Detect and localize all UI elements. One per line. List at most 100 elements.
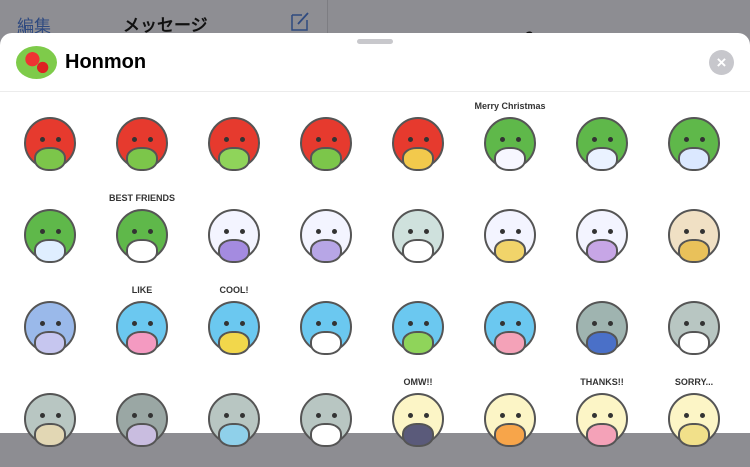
- sticker-sheet: Honmon × Merry Christmas BEST FRIENDS LI…: [0, 33, 750, 447]
- sticker[interactable]: [648, 99, 740, 191]
- sticker[interactable]: LIKE: [96, 283, 188, 375]
- sticker[interactable]: [464, 283, 556, 375]
- sticker-accent: [494, 147, 526, 171]
- sticker-eye: [592, 137, 597, 142]
- sticker-eye: [40, 413, 45, 418]
- sticker-eye: [516, 321, 521, 326]
- sticker-caption: Merry Christmas: [474, 101, 546, 111]
- sticker[interactable]: [280, 375, 372, 467]
- sticker-eye: [516, 137, 521, 142]
- sticker-caption: THANKS!!: [580, 377, 624, 387]
- sticker[interactable]: [372, 283, 464, 375]
- sticker-eye: [224, 137, 229, 142]
- sticker-accent: [678, 423, 710, 447]
- sticker-eye: [224, 413, 229, 418]
- sticker[interactable]: [556, 283, 648, 375]
- compose-icon[interactable]: [290, 11, 310, 31]
- sticker-accent: [34, 423, 66, 447]
- sticker-eye: [500, 137, 505, 142]
- sticker-accent: [310, 331, 342, 355]
- sticker-eye: [316, 321, 321, 326]
- sticker-accent: [310, 239, 342, 263]
- sticker[interactable]: THANKS!!: [556, 375, 648, 467]
- sticker-eye: [332, 137, 337, 142]
- sticker-accent: [402, 147, 434, 171]
- sticker-eye: [240, 229, 245, 234]
- sticker-accent: [678, 331, 710, 355]
- pack-avatar: [16, 46, 57, 79]
- sticker-eye: [408, 137, 413, 142]
- sticker-accent: [34, 331, 66, 355]
- sticker[interactable]: [188, 99, 280, 191]
- header-divider: [0, 91, 750, 92]
- sticker-eye: [240, 413, 245, 418]
- sticker-eye: [592, 229, 597, 234]
- sticker-eye: [408, 229, 413, 234]
- sticker[interactable]: [280, 283, 372, 375]
- sticker-eye: [700, 321, 705, 326]
- sticker[interactable]: [464, 191, 556, 283]
- sticker-accent: [310, 147, 342, 171]
- sticker[interactable]: [372, 99, 464, 191]
- sticker[interactable]: [4, 283, 96, 375]
- sheet-grabber[interactable]: [357, 39, 393, 44]
- sticker-caption: OMW!!: [403, 377, 433, 387]
- sticker[interactable]: [464, 375, 556, 467]
- sticker-eye: [56, 413, 61, 418]
- sticker[interactable]: Merry Christmas: [464, 99, 556, 191]
- close-button[interactable]: ×: [709, 50, 734, 75]
- sticker-eye: [316, 413, 321, 418]
- sticker[interactable]: [648, 191, 740, 283]
- sticker-eye: [132, 321, 137, 326]
- sticker-eye: [592, 321, 597, 326]
- sticker[interactable]: BEST FRIENDS: [96, 191, 188, 283]
- sticker-eye: [240, 137, 245, 142]
- sticker-eye: [700, 137, 705, 142]
- sticker-eye: [148, 321, 153, 326]
- sticker-accent: [494, 239, 526, 263]
- sticker-eye: [316, 229, 321, 234]
- sticker-accent: [34, 147, 66, 171]
- sticker-eye: [684, 137, 689, 142]
- sticker-caption: LIKE: [131, 285, 153, 295]
- sticker-accent: [34, 239, 66, 263]
- sticker-caption: SORRY...: [674, 377, 714, 387]
- sticker-eye: [684, 321, 689, 326]
- sticker[interactable]: [188, 191, 280, 283]
- sticker-eye: [408, 321, 413, 326]
- pack-name: Honmon: [65, 51, 147, 73]
- sticker-eye: [516, 413, 521, 418]
- sticker[interactable]: [188, 375, 280, 467]
- sticker-eye: [684, 413, 689, 418]
- sticker[interactable]: OMW!!: [372, 375, 464, 467]
- sticker-eye: [700, 229, 705, 234]
- sticker[interactable]: [96, 375, 188, 467]
- sticker[interactable]: [4, 375, 96, 467]
- sticker[interactable]: [96, 99, 188, 191]
- sticker-eye: [332, 413, 337, 418]
- sticker-accent: [586, 147, 618, 171]
- sticker-eye: [608, 413, 613, 418]
- sticker-eye: [592, 413, 597, 418]
- sticker[interactable]: [280, 191, 372, 283]
- sticker[interactable]: [280, 99, 372, 191]
- sticker-eye: [424, 229, 429, 234]
- sticker[interactable]: SORRY...: [648, 375, 740, 467]
- sticker[interactable]: [648, 283, 740, 375]
- sticker-accent: [218, 423, 250, 447]
- sticker[interactable]: [556, 99, 648, 191]
- sticker-eye: [224, 229, 229, 234]
- sticker-eye: [148, 229, 153, 234]
- sticker-eye: [608, 229, 613, 234]
- sticker[interactable]: [4, 191, 96, 283]
- sticker-eye: [316, 137, 321, 142]
- sticker-caption: COOL!: [219, 285, 249, 295]
- sticker-eye: [332, 229, 337, 234]
- sticker[interactable]: [372, 191, 464, 283]
- sticker[interactable]: COOL!: [188, 283, 280, 375]
- sticker-eye: [684, 229, 689, 234]
- sticker-eye: [40, 229, 45, 234]
- sticker[interactable]: [4, 99, 96, 191]
- sticker-accent: [494, 331, 526, 355]
- sticker[interactable]: [556, 191, 648, 283]
